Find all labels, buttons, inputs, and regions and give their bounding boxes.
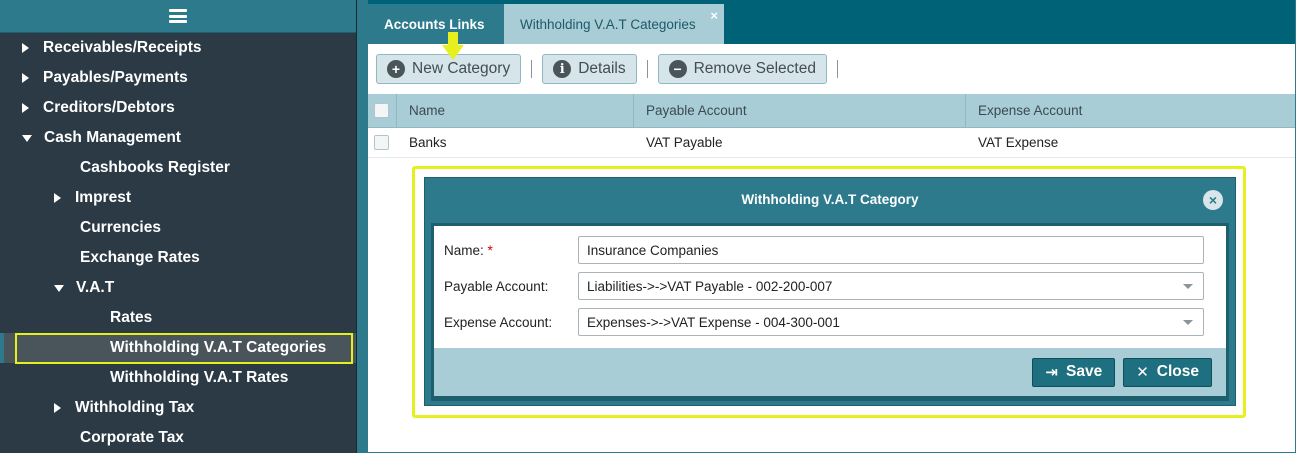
toolbar-separator (646, 60, 648, 78)
toolbar-separator (531, 60, 533, 78)
sidebar-item-label: Payables/Payments (43, 69, 188, 86)
row-select-cell (368, 128, 397, 157)
caret-right-icon (54, 403, 61, 413)
sidebar-item-creditors-debtors[interactable]: Creditors/Debtors (0, 93, 356, 123)
new-category-label: New Category (412, 60, 511, 77)
save-button[interactable]: ⇥ Save (1032, 357, 1116, 387)
save-label: Save (1066, 363, 1103, 380)
payable-account-label: Payable Account: (444, 278, 549, 294)
column-header-name[interactable]: Name (397, 94, 634, 127)
details-button[interactable]: i Details (542, 54, 637, 84)
sidebar-nav: Receivables/Receipts Payables/Payments Cre… (0, 33, 356, 453)
chevron-down-icon (1183, 320, 1193, 325)
payable-account-select[interactable]: Liabilities->->VAT Payable - 002-200-007 (578, 272, 1204, 300)
details-label: Details (578, 60, 626, 77)
sidebar-item-label: Withholding Tax (75, 399, 195, 416)
sidebar-item-label: Rates (110, 309, 153, 326)
cell-expense-account: VAT Expense (978, 135, 1059, 150)
tab-bar: Accounts Links Withholding V.A.T Categor… (368, 0, 1295, 44)
categories-grid: Name Payable Account Expense Account Ban… (368, 94, 1295, 158)
name-input[interactable]: Insurance Companies (578, 236, 1204, 264)
sidebar-item-v-a-t[interactable]: V.A.T (0, 273, 356, 303)
name-label: Name: * (444, 243, 578, 258)
arrow-pointer-icon (442, 32, 464, 60)
caret-right-icon (22, 103, 29, 113)
close-icon: ✕ (1136, 364, 1149, 381)
sidebar-item-label: Cashbooks Register (80, 159, 230, 176)
table-row[interactable]: Banks VAT Payable VAT Expense (368, 128, 1295, 158)
sidebar-item-label: Withholding V.A.T Rates (110, 369, 289, 386)
caret-right-icon (22, 43, 29, 53)
sidebar-item-withholding-tax[interactable]: Withholding Tax (0, 393, 356, 423)
form-row-expense-account: Expense Account: Expenses->->VAT Expense… (444, 304, 1226, 340)
column-header-expense-account[interactable]: Expense Account (966, 94, 1295, 127)
tab-withholding-vat-categories[interactable]: Withholding V.A.T Categories × (504, 4, 724, 44)
tab-accounts-links[interactable]: Accounts Links (368, 4, 504, 44)
withholding-vat-category-dialog: Withholding V.A.T Category × Name: * Ins… (424, 177, 1236, 406)
form-row-payable-account: Payable Account: Liabilities->->VAT Paya… (444, 268, 1226, 304)
row-checkbox[interactable] (374, 135, 389, 150)
form-row-name: Name: * Insurance Companies (444, 232, 1226, 268)
caret-down-icon (22, 134, 32, 142)
sidebar-item-currencies[interactable]: Currencies (0, 213, 356, 243)
expense-account-label: Expense Account: (444, 314, 553, 330)
sidebar-item-withholding-v-a-t-categories[interactable]: Withholding V.A.T Categories (0, 333, 356, 364)
sidebar: Receivables/Receipts Payables/Payments Cre… (0, 0, 357, 453)
caret-right-icon (54, 193, 61, 203)
caret-right-icon (22, 73, 29, 83)
sidebar-item-label: Creditors/Debtors (43, 99, 175, 116)
hamburger-icon (169, 9, 187, 23)
sidebar-item-cashbooks-register[interactable]: Cashbooks Register (0, 153, 356, 183)
menu-toggle-button[interactable] (0, 0, 356, 33)
dialog-title: Withholding V.A.T Category (741, 191, 919, 207)
select-all-checkbox[interactable] (374, 103, 389, 118)
sidebar-item-cash-management[interactable]: Cash Management (0, 123, 356, 153)
dialog-content: Name: * Insurance Companies Payable Acco… (431, 223, 1229, 401)
sidebar-item-corporate-tax[interactable]: Corporate Tax (0, 423, 356, 453)
toolbar: + New Category i Details − Remove Select… (368, 32, 1295, 94)
sidebar-item-imprest[interactable]: Imprest (0, 183, 356, 213)
sidebar-item-withholding-v-a-t-rates[interactable]: Withholding V.A.T Rates (0, 363, 356, 393)
expense-account-value: Expenses->->VAT Expense - 004-300-001 (587, 314, 840, 330)
name-label-text: Name: (444, 242, 484, 258)
sidebar-item-label: Corporate Tax (80, 429, 184, 446)
sidebar-item-label: Withholding V.A.T Categories (110, 339, 327, 356)
cell-payable-account: VAT Payable (646, 135, 723, 150)
tab-label: Accounts Links (384, 16, 485, 32)
tab-label: Withholding V.A.T Categories (520, 16, 696, 32)
required-marker: * (487, 242, 493, 258)
sidebar-item-exchange-rates[interactable]: Exchange Rates (0, 243, 356, 273)
grid-header: Name Payable Account Expense Account (368, 94, 1295, 128)
sign-in-icon: ⇥ (1045, 364, 1058, 381)
tab-close-icon[interactable]: × (710, 8, 718, 23)
sidebar-item-label: V.A.T (76, 279, 115, 296)
select-all-cell (368, 94, 397, 127)
caret-down-icon (54, 284, 64, 292)
remove-selected-button[interactable]: − Remove Selected (657, 54, 827, 84)
column-header-payable-account[interactable]: Payable Account (634, 94, 966, 127)
remove-selected-label: Remove Selected (693, 60, 816, 77)
payable-account-value: Liabilities->->VAT Payable - 002-200-007 (587, 278, 833, 294)
plus-circle-icon: + (387, 60, 405, 78)
sidebar-item-label: Exchange Rates (80, 249, 200, 266)
cell-name: Banks (409, 135, 447, 150)
sidebar-item-label: Imprest (75, 189, 131, 206)
dialog-footer: ⇥ Save ✕ Close (434, 348, 1226, 396)
toolbar-separator (836, 60, 838, 78)
sidebar-item-receivables-receipts[interactable]: Receivables/Receipts (0, 33, 356, 63)
chevron-down-icon (1183, 284, 1193, 289)
close-label: Close (1156, 363, 1199, 380)
sidebar-item-payables-payments[interactable]: Payables/Payments (0, 63, 356, 93)
minus-circle-icon: − (668, 60, 687, 78)
expense-account-select[interactable]: Expenses->->VAT Expense - 004-300-001 (578, 308, 1204, 336)
close-button[interactable]: ✕ Close (1123, 357, 1212, 387)
close-circle-icon[interactable]: × (1203, 190, 1223, 210)
info-circle-icon: i (553, 60, 572, 78)
sidebar-item-label: Currencies (80, 219, 161, 236)
sidebar-item-label: Cash Management (44, 129, 181, 146)
sidebar-item-label: Receivables/Receipts (43, 39, 202, 56)
dialog-form: Name: * Insurance Companies Payable Acco… (434, 226, 1226, 348)
sidebar-item-rates[interactable]: Rates (0, 303, 356, 333)
dialog-title-bar: Withholding V.A.T Category × (425, 178, 1235, 220)
